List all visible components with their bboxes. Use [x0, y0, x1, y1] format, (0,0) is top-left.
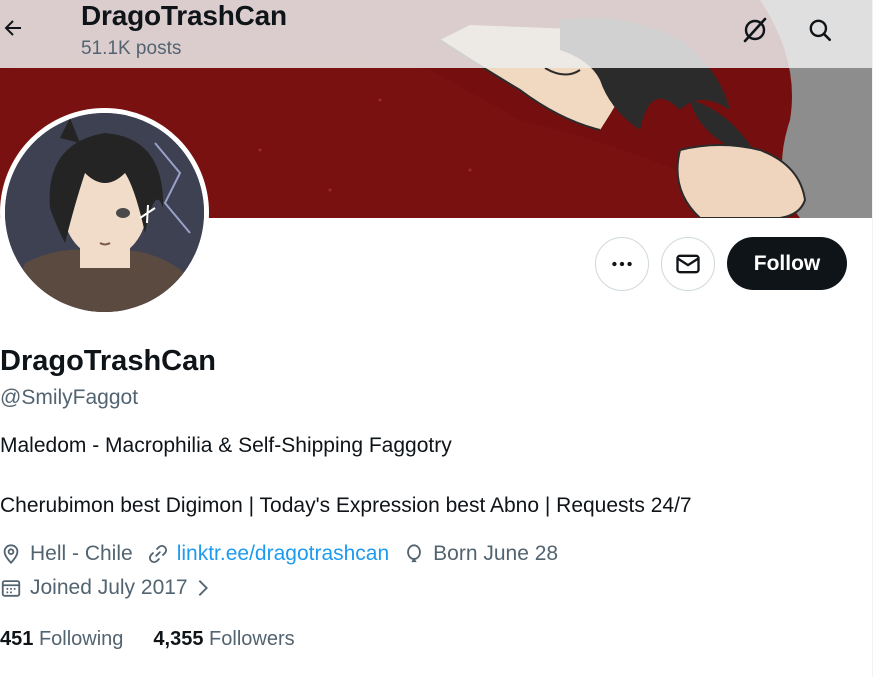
calendar-icon — [1, 580, 21, 597]
followers-link[interactable]: 4,355 Followers — [153, 628, 294, 651]
profile-location: Hell - Chile — [0, 542, 133, 566]
balloon-icon — [407, 544, 422, 563]
following-label: Following — [38, 628, 124, 650]
chevron-right-icon — [198, 580, 208, 596]
header-title: DragoTrashCan — [81, 0, 287, 31]
profile-joined[interactable]: Joined July 2017 — [0, 576, 212, 600]
column-divider — [872, 0, 879, 677]
search-icon — [809, 19, 832, 42]
search-button[interactable] — [802, 12, 838, 48]
following-count: 451 — [0, 628, 34, 650]
avatar-illustration — [5, 113, 204, 312]
profile-birthday: Born June 28 — [403, 542, 558, 566]
profile-handle: @SmilyFaggot — [0, 386, 139, 409]
profile-website[interactable]: linktr.ee/dragotrashcan — [147, 542, 389, 566]
more-icon — [612, 261, 632, 267]
location-text: Hell - Chile — [30, 542, 133, 565]
profile-header-bar: DragoTrashCan 51.1K posts — [0, 0, 872, 68]
message-button[interactable] — [661, 237, 715, 291]
joined-text: Joined July 2017 — [30, 576, 188, 599]
follow-counts: 451 Following 4,355 Followers — [0, 628, 325, 651]
back-button[interactable] — [0, 10, 26, 46]
profile-bio-line-1: Maledom - Macrophilia & Self-Shipping Fa… — [0, 434, 452, 457]
more-options-button[interactable] — [595, 237, 649, 291]
profile-joined-row[interactable]: Joined July 2017 — [0, 576, 226, 600]
profile-display-name: DragoTrashCan — [0, 345, 216, 377]
avatar-image — [5, 113, 204, 312]
arrow-left-icon — [4, 20, 21, 36]
grok-button[interactable] — [737, 12, 773, 48]
location-pin-icon — [3, 544, 19, 565]
following-link[interactable]: 451 Following — [0, 628, 123, 651]
followers-count: 4,355 — [153, 628, 204, 650]
birthday-text: Born June 28 — [433, 542, 559, 565]
header-post-count: 51.1K posts — [81, 38, 182, 59]
follow-button[interactable]: Follow — [727, 237, 847, 290]
grok-icon — [743, 17, 767, 43]
profile-bio-line-2: Cherubimon best Digimon | Today's Expres… — [0, 494, 692, 517]
website-link[interactable]: linktr.ee/dragotrashcan — [177, 542, 389, 566]
profile-avatar[interactable] — [0, 108, 209, 317]
followers-label: Followers — [209, 628, 295, 650]
profile-meta-row: Hell - Chile linktr.ee/dragotrashcan Bor… — [0, 542, 572, 566]
envelope-icon — [676, 254, 700, 274]
link-icon — [148, 544, 167, 564]
profile-page: DragoTrashCan 51.1K posts Follow DragoTr… — [0, 0, 872, 677]
